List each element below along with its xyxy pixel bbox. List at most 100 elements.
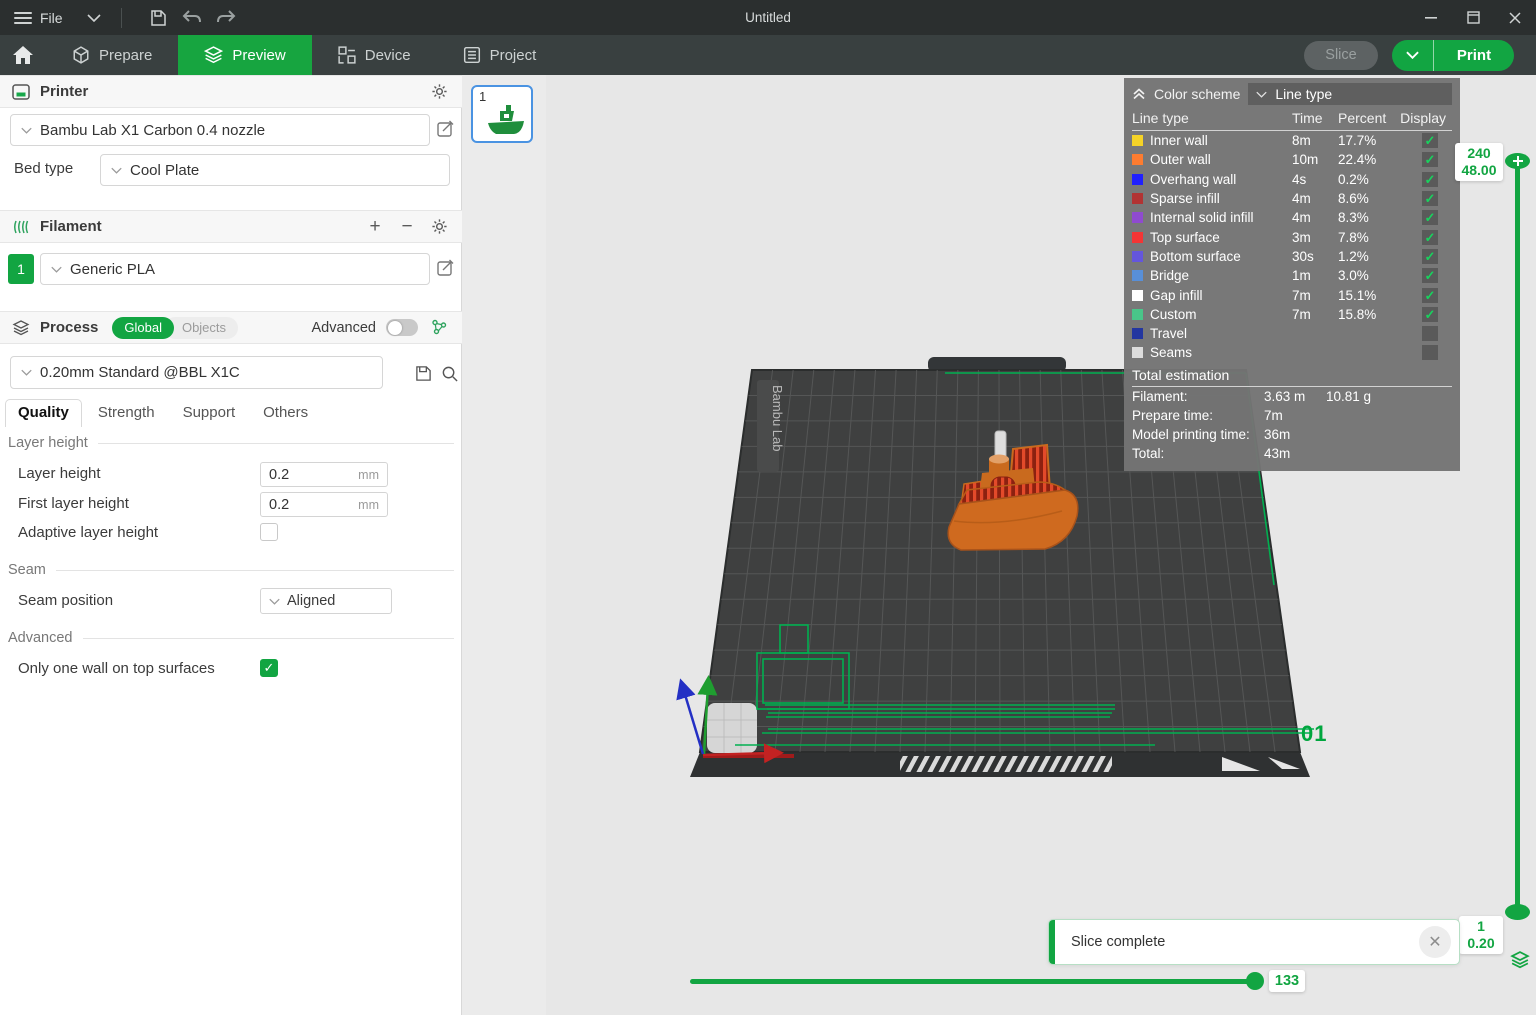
filament-section-header: Filament + − [0,210,462,243]
color-swatch [1132,251,1143,262]
settings-sidebar: Printer Bambu Lab X1 Carbon 0.4 nozzle B… [0,75,462,1015]
display-checkbox[interactable]: ✓ [1422,288,1438,303]
tab-prepare[interactable]: Prepare [46,35,178,75]
save-icon[interactable] [144,5,172,31]
display-checkbox[interactable]: ✓ [1422,210,1438,225]
prepare-cube-icon [72,46,90,64]
plate-brand-label: Bambu Lab [770,385,785,452]
chevron-down-icon [111,167,122,174]
group-seam: Seam [8,562,454,578]
layer-slider-bottom-handle[interactable] [1505,904,1530,920]
step-slider-handle[interactable] [1246,972,1264,990]
layer-height-input[interactable]: 0.2 mm [260,462,388,487]
filament-edit-icon[interactable] [437,259,454,276]
step-slider-badge: 133 [1269,970,1305,992]
layer-slider-top-handle[interactable] [1505,153,1530,169]
color-swatch [1132,270,1143,281]
total-estimation-title: Total estimation [1124,363,1460,386]
display-checkbox[interactable]: ✓ [1422,172,1438,187]
filament-slot-badge[interactable]: 1 [8,254,34,284]
display-checkbox[interactable]: ✓ [1422,133,1438,148]
file-dropdown-icon[interactable] [87,14,101,22]
legend-row: Internal solid infill4m8.3% ✓ [1124,208,1460,227]
legend-row: Gap infill7m15.1% ✓ [1124,285,1460,304]
collapse-panel-icon[interactable] [1132,88,1146,100]
layer-slider-top-badge: 24048.00 [1455,143,1503,181]
legend-row: Bridge1m3.0% ✓ [1124,266,1460,285]
process-layers-icon [12,320,30,336]
filament-settings-gear-icon[interactable] [428,216,450,238]
print-button[interactable]: Print [1434,40,1514,71]
adaptive-layer-height-checkbox[interactable] [260,523,278,541]
display-checkbox[interactable]: ✓ [1422,326,1438,341]
toast-close-icon[interactable]: ✕ [1419,926,1451,958]
home-button[interactable] [0,35,46,75]
process-scope-global[interactable]: Global [112,317,174,339]
tab-device[interactable]: Device [312,35,437,75]
step-slider-track[interactable] [690,979,1256,984]
display-checkbox[interactable]: ✓ [1422,152,1438,167]
tab-strength[interactable]: Strength [86,400,167,427]
first-layer-height-input[interactable]: 0.2 mm [260,492,388,517]
file-menu[interactable]: File [40,10,63,26]
view-mode-select[interactable]: Line type [1248,83,1452,105]
advanced-toggle-label: Advanced [312,320,377,336]
bed-type-select[interactable]: Cool Plate [100,154,450,186]
menu-icon[interactable] [14,12,32,24]
seam-position-select[interactable]: Aligned [260,588,392,614]
display-checkbox[interactable]: ✓ [1422,345,1438,360]
printer-preset-select[interactable]: Bambu Lab X1 Carbon 0.4 nozzle [10,114,430,146]
process-tabs: Quality Strength Support Others [5,399,320,427]
tab-others[interactable]: Others [251,400,320,427]
chevron-down-icon [269,598,280,605]
display-checkbox[interactable]: ✓ [1422,230,1438,245]
legend-row: Travel ✓ [1124,324,1460,343]
titlebar: File Untitled [0,0,1536,35]
printer-edit-icon[interactable] [437,120,454,137]
tab-project[interactable]: Project [437,35,563,75]
color-swatch [1132,309,1143,320]
filament-preset-select[interactable]: Generic PLA [40,253,430,285]
main-tabbar: Prepare Preview Device Project Slice Pri… [0,35,1536,75]
printer-settings-gear-icon[interactable] [428,81,450,103]
toast-accent-bar [1049,920,1055,964]
maximize-button[interactable] [1452,0,1494,35]
legend-row: Overhang wall4s0.2% ✓ [1124,170,1460,189]
tab-preview[interactable]: Preview [178,35,311,75]
color-swatch [1132,290,1143,301]
color-swatch [1132,135,1143,146]
tab-quality[interactable]: Quality [5,399,82,427]
layer-slider-track[interactable] [1515,163,1520,910]
save-preset-icon[interactable] [412,362,434,384]
tab-support[interactable]: Support [171,400,248,427]
search-preset-icon[interactable] [438,362,460,384]
close-button[interactable] [1494,0,1536,35]
plate-thumbnail[interactable]: 1 [471,85,533,143]
device-icon [338,46,356,64]
print-dropdown-icon[interactable] [1392,40,1434,71]
process-scope-objects[interactable]: Objects [164,317,238,339]
process-preset-select[interactable]: 0.20mm Standard @BBL X1C [10,356,383,389]
undo-icon[interactable] [178,5,206,31]
remove-filament-icon[interactable]: − [396,216,418,238]
viewport-3d: Bambu Lab [462,75,1536,1015]
plus-icon [1512,155,1524,167]
color-scheme-label: Color scheme [1154,86,1240,102]
parameter-tree-icon[interactable] [428,317,450,339]
layers-icon[interactable] [1510,951,1530,969]
filament-icon [12,219,30,235]
legend-table-header: Line type Time Percent Display [1124,106,1460,130]
legend-row: Top surface3m7.8% ✓ [1124,227,1460,246]
color-swatch [1132,347,1143,358]
minimize-button[interactable] [1410,0,1452,35]
only-one-wall-checkbox[interactable]: ✓ [260,659,278,677]
redo-icon[interactable] [212,5,240,31]
display-checkbox[interactable]: ✓ [1422,249,1438,264]
advanced-toggle[interactable] [386,319,418,336]
slice-button[interactable]: Slice [1304,41,1378,70]
display-checkbox[interactable]: ✓ [1422,191,1438,206]
display-checkbox[interactable]: ✓ [1422,268,1438,283]
plate-hatch-strip [900,756,1112,772]
add-filament-icon[interactable]: + [364,216,386,238]
display-checkbox[interactable]: ✓ [1422,307,1438,322]
